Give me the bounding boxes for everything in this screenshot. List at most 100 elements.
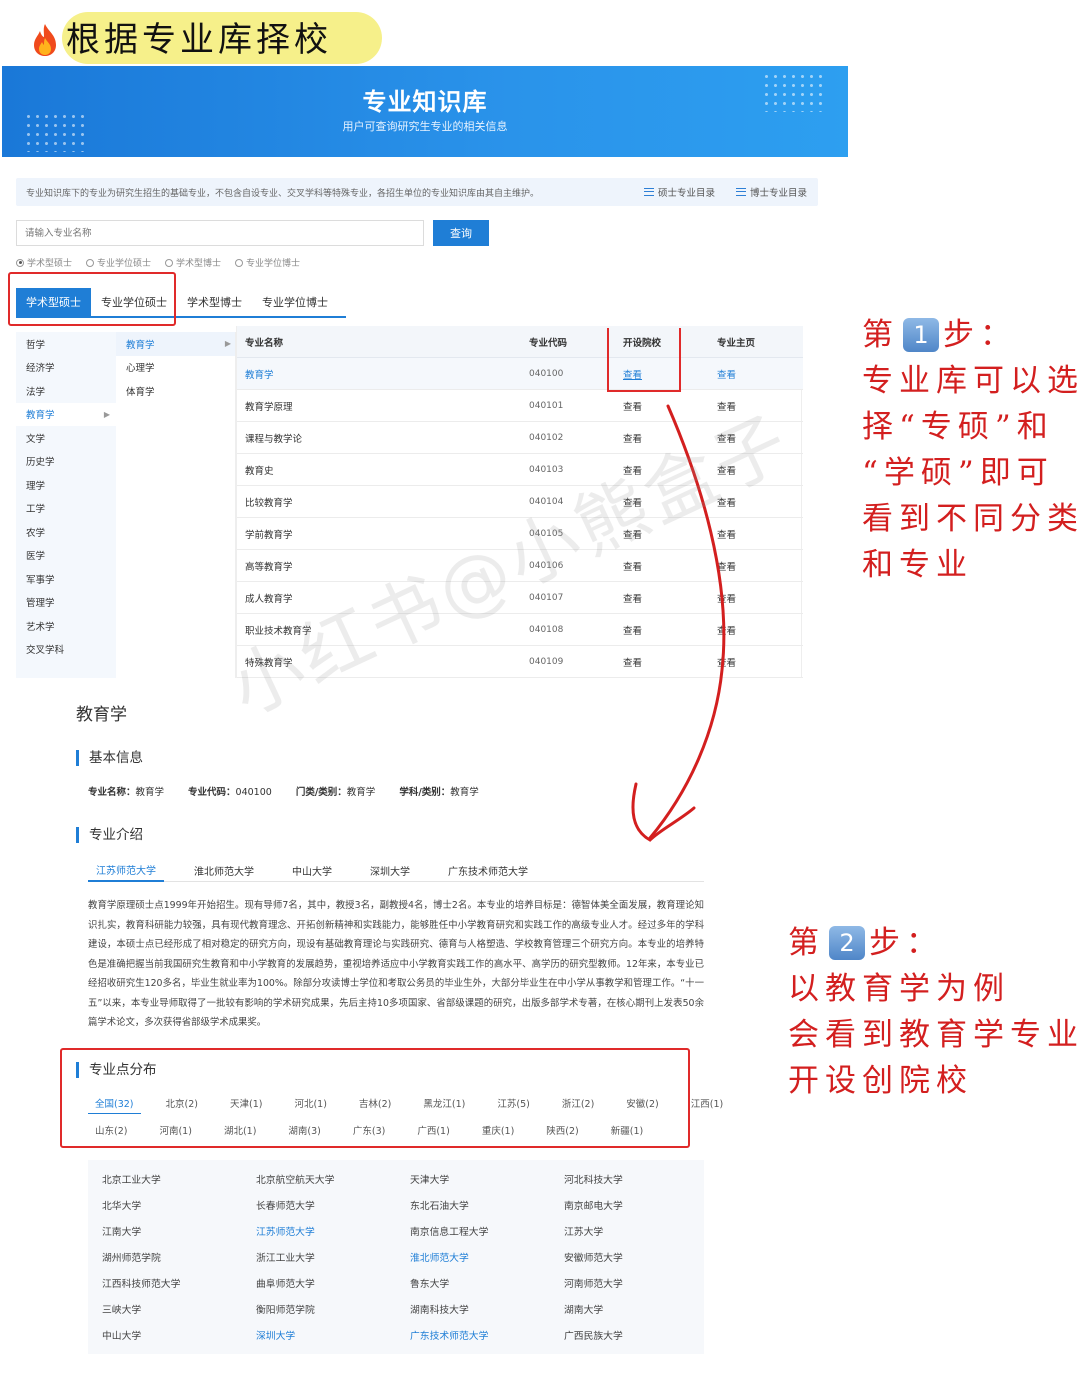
major-detail-title: 教育学 <box>76 705 127 725</box>
radio-academic-master[interactable]: 学术型硕士 <box>16 256 72 269</box>
university-link[interactable]: 河北科技大学 <box>564 1172 623 1186</box>
basic-info-row: 专业名称：教育学 专业代码：040100 门类/类别：教育学 学科/类别：教育学 <box>88 784 479 798</box>
university-link[interactable]: 天津大学 <box>410 1172 449 1186</box>
search-button[interactable]: 查询 <box>433 220 489 246</box>
university-link[interactable]: 北京工业大学 <box>102 1172 161 1186</box>
university-link[interactable]: 鲁东大学 <box>410 1276 449 1290</box>
category-item[interactable]: 农学 <box>16 520 116 544</box>
subcategory-item[interactable]: 体育学 <box>116 379 235 403</box>
step1-line: 择“专硕”和 <box>862 409 1054 445</box>
view-homepage-link[interactable]: 查看 <box>717 367 736 381</box>
list-icon <box>644 188 654 196</box>
university-link[interactable]: 江西科技师范大学 <box>102 1276 180 1290</box>
radio-professional-doctor[interactable]: 专业学位博士 <box>235 256 300 269</box>
banner-subtitle: 用户可查询研究生专业的相关信息 <box>342 120 508 133</box>
university-link[interactable]: 江南大学 <box>102 1224 141 1238</box>
annotation-box-distribution <box>60 1048 690 1148</box>
university-link[interactable]: 浙江工业大学 <box>256 1250 315 1264</box>
school-tab[interactable]: 江苏师范大学 <box>88 858 164 882</box>
university-link[interactable]: 北华大学 <box>102 1198 141 1212</box>
region-filter[interactable]: 江西(1) <box>684 1096 730 1114</box>
subcategory-item[interactable]: 心理学 <box>116 356 235 380</box>
university-link[interactable]: 长春师范大学 <box>256 1198 315 1212</box>
category-item[interactable]: 工学 <box>16 497 116 521</box>
major-name: 学前教育学 <box>245 529 293 541</box>
major-search-input[interactable] <box>16 220 424 246</box>
step1-line: “学硕”即可 <box>862 455 1054 491</box>
university-link[interactable]: 江苏师范大学 <box>256 1224 315 1238</box>
basic-info-item: 专业名称：教育学 <box>88 787 165 798</box>
category-item[interactable]: 文学 <box>16 426 116 450</box>
master-catalog-link[interactable]: 硕士专业目录 <box>644 185 715 199</box>
category-item[interactable]: 历史学 <box>16 450 116 474</box>
doctor-catalog-label: 博士专业目录 <box>750 188 808 199</box>
subcategory-item[interactable]: 教育学 <box>116 332 235 356</box>
page-title: 根据专业库择校 <box>22 8 382 64</box>
school-tab[interactable]: 淮北师范大学 <box>186 858 262 882</box>
radio-professional-master[interactable]: 专业学位硕士 <box>86 256 151 269</box>
category-item[interactable]: 艺术学 <box>16 614 116 638</box>
category-item[interactable]: 哲学 <box>16 332 116 356</box>
category-item[interactable]: 法学 <box>16 379 116 403</box>
university-link[interactable]: 湖南大学 <box>564 1302 603 1316</box>
header-code: 专业代码 <box>529 337 568 349</box>
major-name: 课程与教学论 <box>245 433 303 445</box>
major-code: 040100 <box>529 368 564 379</box>
major-code: 040103 <box>529 464 564 475</box>
major-name: 教育史 <box>245 465 274 477</box>
category-item[interactable]: 交叉学科 <box>16 638 116 662</box>
school-tab[interactable]: 中山大学 <box>284 858 340 882</box>
university-link[interactable]: 江苏大学 <box>564 1224 603 1238</box>
school-tab[interactable]: 深圳大学 <box>362 858 418 882</box>
major-code: 040102 <box>529 432 564 443</box>
university-link[interactable]: 广东技术师范大学 <box>410 1328 488 1342</box>
university-link[interactable]: 北京航空航天大学 <box>256 1172 334 1186</box>
step1-line: 和专业 <box>862 547 973 583</box>
category-item[interactable]: 管理学 <box>16 591 116 615</box>
university-link[interactable]: 淮北师范大学 <box>410 1250 469 1264</box>
step1-line: 看到不同分类 <box>862 501 1080 537</box>
major-name: 教育学原理 <box>245 401 293 413</box>
university-link[interactable]: 南京信息工程大学 <box>410 1224 488 1238</box>
school-tab[interactable]: 广东技术师范大学 <box>440 858 536 882</box>
info-text: 专业知识库下的专业为研究生招生的基础专业，不包含自设专业、交叉学科等特殊专业，各… <box>26 189 540 199</box>
school-tabs: 江苏师范大学 淮北师范大学 中山大学 深圳大学 广东技术师范大学 <box>88 858 704 882</box>
master-catalog-label: 硕士专业目录 <box>658 188 716 199</box>
step2-line: 开设创院校 <box>788 1063 973 1099</box>
university-link[interactable]: 河南师范大学 <box>564 1276 623 1290</box>
step1-line: 专业库可以选 <box>862 363 1080 399</box>
category-item[interactable]: 经济学 <box>16 356 116 380</box>
university-link[interactable]: 衡阳师范学院 <box>256 1302 315 1316</box>
university-link[interactable]: 东北石油大学 <box>410 1198 469 1212</box>
info-bar: 专业知识库下的专业为研究生招生的基础专业，不包含自设专业、交叉学科等特殊专业，各… <box>16 178 818 206</box>
category-item[interactable]: 军事学 <box>16 567 116 591</box>
basic-info-item: 专业代码：040100 <box>188 787 272 798</box>
major-code: 040109 <box>529 656 564 667</box>
university-link[interactable]: 湖州师范学院 <box>102 1250 161 1264</box>
list-icon <box>736 188 746 196</box>
university-link[interactable]: 三峡大学 <box>102 1302 141 1316</box>
section-intro: 专业介绍 <box>76 827 143 843</box>
step2-annotation: 第 2 步： 以教育学为例 会看到教育学专业 开设创院校 <box>788 920 1080 1104</box>
category-item[interactable]: 理学 <box>16 473 116 497</box>
university-link[interactable]: 深圳大学 <box>256 1328 295 1342</box>
doctor-catalog-link[interactable]: 博士专业目录 <box>736 185 807 199</box>
category-list: 哲学经济学法学教育学文学历史学理学工学农学医学军事学管理学艺术学交叉学科 <box>16 332 116 678</box>
major-name[interactable]: 教育学 <box>245 367 274 381</box>
category-item[interactable]: 教育学 <box>16 402 116 426</box>
university-link[interactable]: 曲阜师范大学 <box>256 1276 315 1290</box>
annotation-box-tabs <box>8 272 176 326</box>
category-item[interactable]: 医学 <box>16 544 116 568</box>
table-row: 教育学 040100 查看 查看 <box>237 358 803 390</box>
step2-line: 会看到教育学专业 <box>788 1017 1080 1053</box>
section-basic-info: 基本信息 <box>76 750 143 766</box>
radio-academic-doctor[interactable]: 学术型博士 <box>165 256 221 269</box>
university-link[interactable]: 中山大学 <box>102 1328 141 1342</box>
university-link[interactable]: 安徽师范大学 <box>564 1250 623 1264</box>
university-link[interactable]: 广西民族大学 <box>564 1328 623 1342</box>
university-link[interactable]: 南京邮电大学 <box>564 1198 623 1212</box>
tab-professional-doctor[interactable]: 专业学位博士 <box>252 288 338 316</box>
tab-academic-doctor[interactable]: 学术型博士 <box>177 288 252 316</box>
table-header: 专业名称 专业代码 开设院校 专业主页 <box>237 326 803 358</box>
university-link[interactable]: 湖南科技大学 <box>410 1302 469 1316</box>
